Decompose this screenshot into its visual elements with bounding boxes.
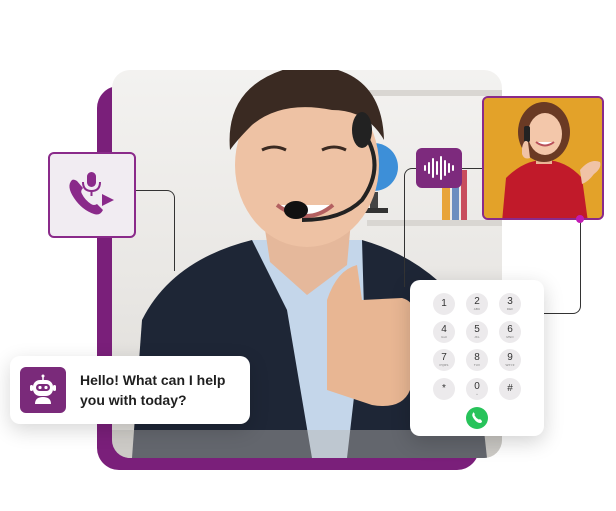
key-digit: 7: [441, 352, 447, 363]
key-2[interactable]: 2 ABC: [466, 293, 488, 315]
bot-avatar: [20, 367, 66, 413]
key-8[interactable]: 8 TUV: [466, 349, 488, 371]
key-letters: TUV: [473, 363, 481, 367]
call-button[interactable]: [466, 407, 488, 429]
connector-wave-left: [404, 168, 417, 287]
key-3[interactable]: 3 DEF: [499, 293, 521, 315]
key-letters: +: [476, 392, 478, 396]
key-0[interactable]: 0 +: [466, 378, 488, 400]
key-digit: *: [442, 383, 446, 394]
voice-wave-card: [416, 148, 462, 188]
key-digit: 0: [474, 381, 480, 392]
chat-message: Hello! What can I help you with today?: [80, 372, 226, 408]
chatbot-bubble: Hello! What can I help you with today?: [10, 356, 250, 424]
key-digit: 2: [474, 296, 480, 307]
key-letters: MNO: [506, 335, 514, 339]
phone-icon: [472, 412, 482, 423]
key-4[interactable]: 4 GHI: [433, 321, 455, 343]
key-digit: 3: [507, 296, 513, 307]
phone-mic-forward-icon: [69, 172, 114, 215]
caller-photo: [482, 96, 604, 220]
key-6[interactable]: 6 MNO: [499, 321, 521, 343]
key-letters: GHI: [441, 335, 447, 339]
key-digit: 5: [474, 324, 480, 335]
key-digit: 1: [441, 298, 447, 309]
robot-icon: [30, 374, 56, 404]
key-letters: JKL: [474, 335, 480, 339]
connector-dot: [576, 215, 584, 223]
call-recording-card: [48, 152, 136, 238]
key-hash[interactable]: #: [499, 378, 521, 400]
key-digit: 9: [507, 352, 513, 363]
key-letters: ABC: [473, 307, 481, 311]
connector-wave-right: [462, 168, 482, 169]
key-letters: DEF: [506, 307, 514, 311]
key-letters: WXYZ: [505, 363, 515, 367]
key-digit: 8: [474, 352, 480, 363]
connector-dialer: [544, 219, 581, 314]
key-7[interactable]: 7 PQRS: [433, 349, 455, 371]
connector-mic: [136, 190, 175, 271]
key-digit: #: [507, 383, 513, 394]
sound-wave-icon: [424, 156, 454, 180]
dialer-keypad: 1 2 ABC 3 DEF 4 GHI 5 JKL 6 MNO 7 PQRS 8 TUV 9W…: [410, 280, 544, 436]
key-1[interactable]: 1: [433, 293, 455, 315]
key-star[interactable]: *: [433, 378, 455, 400]
key-digit: 6: [507, 324, 513, 335]
key-letters: PQRS: [439, 363, 449, 367]
key-5[interactable]: 5 JKL: [466, 321, 488, 343]
key-9[interactable]: 9 WXYZ: [499, 349, 521, 371]
key-digit: 4: [441, 324, 447, 335]
